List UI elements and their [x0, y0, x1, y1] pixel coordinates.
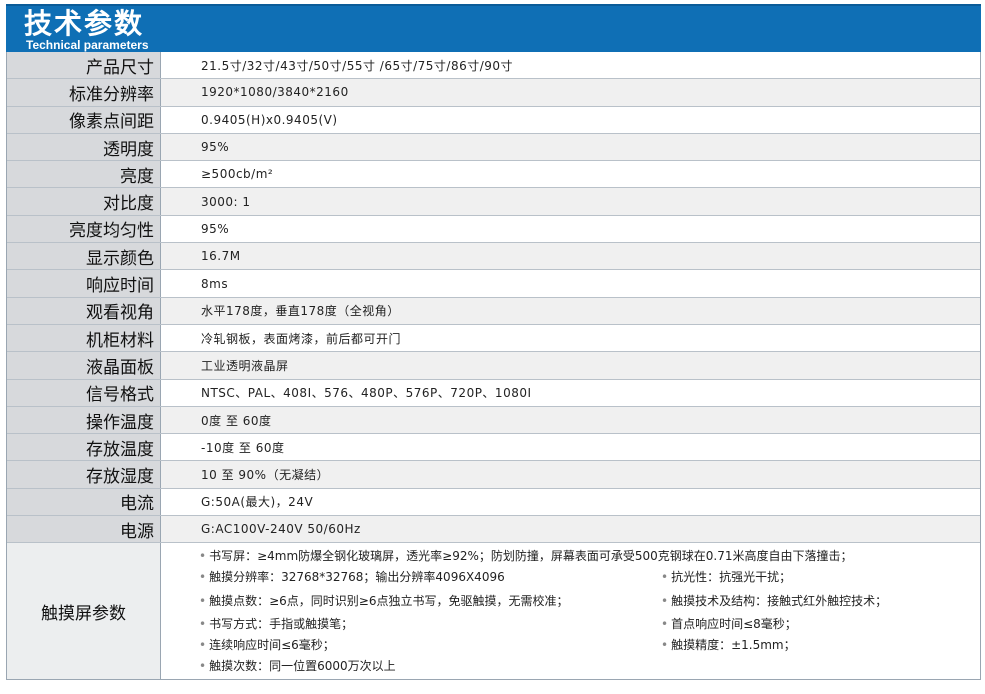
bullet-dot: • [661, 617, 669, 632]
bullet-dot: • [661, 638, 669, 653]
spec-label: 电流 [7, 488, 161, 516]
spec-value: NTSC、PAL、408I、576、480P、576P、720P、1080I [161, 379, 980, 406]
spec-value: 0度 至 60度 [161, 406, 980, 434]
touch-line-right-3: • 触摸精度：±1.5mm； [661, 638, 796, 653]
spec-value: 冷轧钢板，表面烤漆，前后都可开门 [161, 324, 980, 352]
touch-params-label: 触摸屏参数 [7, 543, 161, 680]
spec-row: 透明度 95% [7, 133, 980, 162]
spec-value: 16.7M [161, 243, 980, 270]
spec-label: 亮度 [7, 161, 161, 188]
spec-value: 8ms [161, 270, 980, 297]
spec-label: 电源 [7, 516, 161, 543]
spec-row: 机柜材料 冷轧钢板，表面烤漆，前后都可开门 [7, 324, 980, 353]
header-banner: 技术参数 Technical parameters [6, 4, 981, 52]
spec-value: 1920*1080/3840*2160 [161, 79, 980, 106]
spec-label: 信号格式 [7, 379, 161, 406]
bullet-dot: • [661, 570, 669, 585]
spec-row: 电流 G:50A(最大)，24V [7, 488, 980, 517]
spec-label: 透明度 [7, 133, 161, 161]
touch-line-right-2: • 首点响应时间≤8毫秒； [661, 617, 797, 632]
spec-label: 标准分辨率 [7, 79, 161, 106]
spec-value: G:50A(最大)，24V [161, 488, 980, 516]
spec-row: 标准分辨率 1920*1080/3840*2160 [7, 79, 980, 107]
spec-value: 水平178度，垂直178度（全视角） [161, 297, 980, 324]
spec-row: 存放湿度 10 至 90%（无凝结） [7, 461, 980, 489]
spec-row: 操作温度 0度 至 60度 [7, 406, 980, 435]
touch-line-right-0: • 抗光性：抗强光干扰； [661, 570, 792, 585]
spec-label: 机柜材料 [7, 324, 161, 352]
spec-label: 亮度均匀性 [7, 215, 161, 243]
spec-row: 存放温度 -10度 至 60度 [7, 434, 980, 462]
touch-line-left-1: • 触摸分辨率：32768*32768；输出分辨率4096X4096 [199, 570, 505, 585]
spec-value: 0.9405(H)x0.9405(V) [161, 106, 980, 133]
spec-value: 95% [161, 215, 980, 243]
spec-label: 观看视角 [7, 297, 161, 324]
spec-row: 响应时间 8ms [7, 270, 980, 298]
spec-row: 产品尺寸 21.5寸/32寸/43寸/50寸/55寸 /65寸/75寸/86寸/9… [7, 52, 980, 80]
page-title: 技术参数 [24, 7, 145, 40]
spec-value: 工业透明液晶屏 [161, 352, 980, 379]
spec-label: 产品尺寸 [7, 52, 161, 79]
spec-row: 对比度 3000: 1 [7, 188, 980, 216]
spec-label: 显示颜色 [7, 243, 161, 270]
spec-value: ≥500cb/m² [161, 161, 980, 188]
bullet-dot: • [199, 549, 207, 564]
spec-row: 亮度均匀性 95% [7, 215, 980, 244]
spec-label: 响应时间 [7, 270, 161, 297]
spec-value: G:AC100V-240V 50/60Hz [161, 516, 980, 543]
spec-table: 产品尺寸 21.5寸/32寸/43寸/50寸/55寸 /65寸/75寸/86寸/9… [6, 52, 981, 681]
bullet-dot: • [199, 594, 207, 609]
spec-row: 观看视角 水平178度，垂直178度（全视角） [7, 297, 980, 325]
touch-line-left-0: • 书写屏：≥4mm防爆全钢化玻璃屏，透光率≥92%；防划防撞，屏幕表面可承受50… [199, 549, 853, 564]
spec-row: 液晶面板 工业透明液晶屏 [7, 352, 980, 380]
bullet-dot: • [199, 638, 207, 653]
touch-line-left-3: • 书写方式：手指或触摸笔； [199, 617, 354, 632]
spec-label: 存放温度 [7, 434, 161, 461]
spec-label: 操作温度 [7, 406, 161, 434]
spec-value: 10 至 90%（无凝结） [161, 461, 980, 488]
spec-row: 电源 G:AC100V-240V 50/60Hz [7, 516, 980, 544]
touch-line-left-5: • 触摸次数：同一位置6000万次以上 [199, 659, 396, 674]
bullet-dot: • [199, 617, 207, 632]
page-subtitle: Technical parameters [26, 38, 149, 52]
touch-line-right-1: • 触摸技术及结构：接触式红外触控技术； [661, 594, 888, 609]
spec-label: 液晶面板 [7, 352, 161, 379]
spec-label: 存放湿度 [7, 461, 161, 488]
spec-value: 95% [161, 133, 980, 161]
spec-row: 亮度 ≥500cb/m² [7, 161, 980, 189]
spec-row: 信号格式 NTSC、PAL、408I、576、480P、576P、720P、108… [7, 379, 980, 407]
touch-params-row: 触摸屏参数 • 书写屏：≥4mm防爆全钢化玻璃屏，透光率≥92%；防划防撞，屏幕表… [7, 543, 980, 680]
touch-line-left-2: • 触摸点数：≥6点，同时识别≥6点独立书写，免驱触摸，无需校准； [199, 594, 569, 609]
spec-value: 3000: 1 [161, 188, 980, 215]
bullet-dot: • [199, 659, 207, 674]
touch-params-body: • 书写屏：≥4mm防爆全钢化玻璃屏，透光率≥92%；防划防撞，屏幕表面可承受50… [161, 543, 980, 680]
spec-value: 21.5寸/32寸/43寸/50寸/55寸 /65寸/75寸/86寸/90寸 [161, 52, 980, 79]
touch-line-left-4: • 连续响应时间≤6毫秒； [199, 638, 335, 653]
spec-row: 像素点间距 0.9405(H)x0.9405(V) [7, 106, 980, 134]
spec-label: 对比度 [7, 188, 161, 215]
spec-value: -10度 至 60度 [161, 434, 980, 461]
bullet-dot: • [199, 570, 207, 585]
spec-row: 显示颜色 16.7M [7, 243, 980, 271]
spec-label: 像素点间距 [7, 106, 161, 133]
bullet-dot: • [661, 594, 669, 609]
